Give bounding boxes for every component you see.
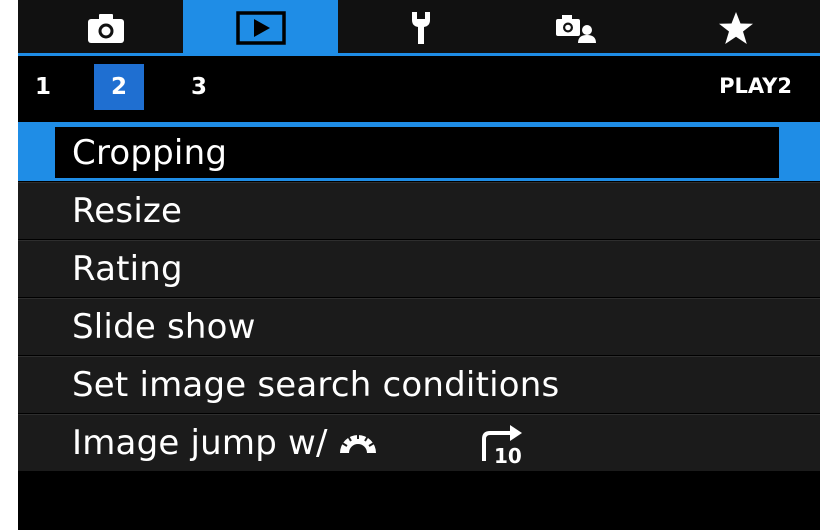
menu-item-label: Resize: [72, 191, 183, 231]
menu-item-cropping[interactable]: Cropping: [18, 124, 820, 181]
camera-menu-screen: 1 2 3 PLAY2 Cropping Resize Rating Slide…: [18, 0, 820, 530]
menu-item-label: Cropping: [72, 132, 228, 173]
menu-item-slide-show[interactable]: Slide show: [18, 298, 820, 355]
menu-item-label: Image jump w/: [72, 423, 328, 463]
main-dial-icon: [339, 433, 376, 453]
menu-item-label: Slide show: [72, 307, 256, 347]
playback-icon: [235, 11, 286, 45]
menu-list: Cropping Resize Rating Slide show Set im…: [18, 124, 820, 472]
menu-item-label: Rating: [72, 249, 183, 289]
tab-my-menu[interactable]: [658, 0, 813, 56]
page-label: PLAY2: [719, 74, 792, 98]
wrench-icon: [411, 12, 430, 44]
tab-custom-functions[interactable]: [498, 0, 653, 56]
tab-playback[interactable]: [183, 0, 338, 56]
camera-icon: [87, 14, 124, 43]
custom-camera-icon: [555, 15, 596, 43]
menu-item-image-jump[interactable]: Image jump w/ 10: [18, 414, 820, 471]
page-selector: 1 2 3 PLAY2: [18, 56, 820, 112]
menu-item-image-search[interactable]: Set image search conditions: [18, 356, 820, 413]
jump-10-icon: 10: [482, 425, 522, 465]
tab-shooting[interactable]: [28, 0, 183, 56]
jump-number: 10: [494, 444, 522, 465]
tab-setup[interactable]: [343, 0, 498, 56]
menu-item-label: Set image search conditions: [72, 365, 560, 405]
menu-tabs: [18, 0, 820, 56]
star-icon: [718, 12, 753, 44]
page-2[interactable]: 2: [94, 64, 144, 110]
page-1[interactable]: 1: [18, 64, 68, 110]
page-3[interactable]: 3: [174, 64, 224, 110]
menu-item-resize[interactable]: Resize: [18, 182, 820, 239]
menu-item-rating[interactable]: Rating: [18, 240, 820, 297]
